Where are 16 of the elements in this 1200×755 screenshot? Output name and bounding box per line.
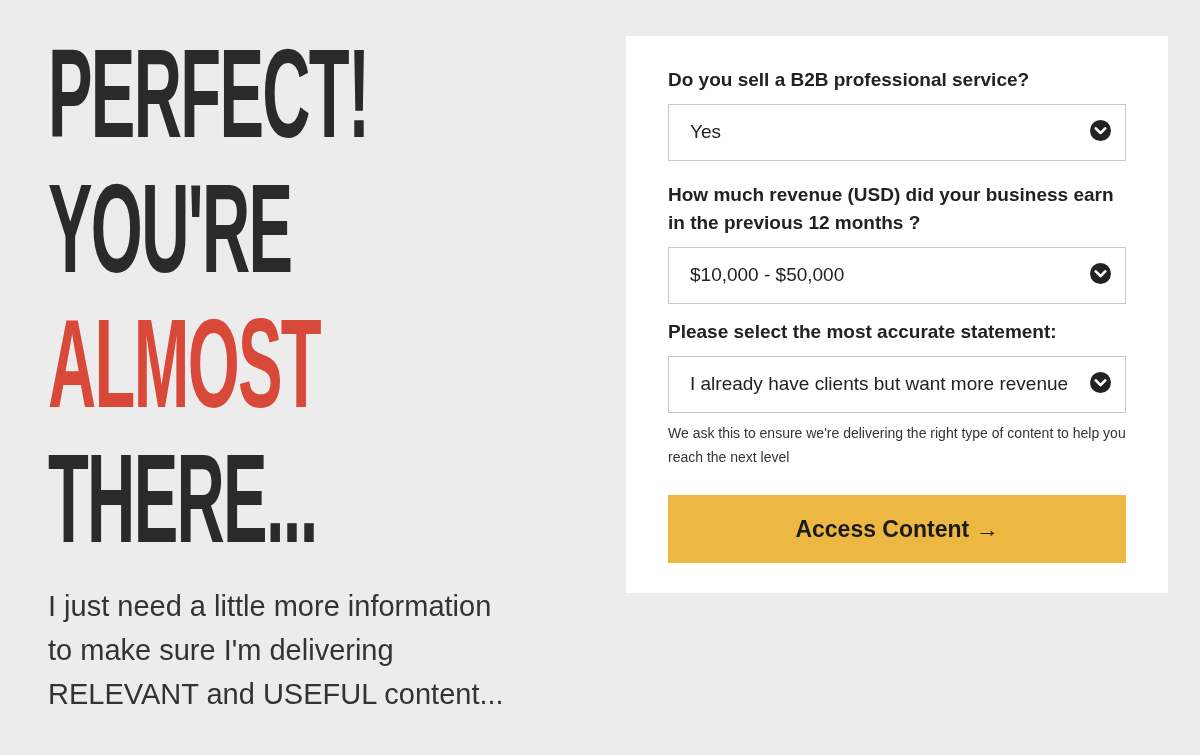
chevron-down-icon <box>1090 372 1111 393</box>
note-text: We ask this to ensure we're delivering the right type of content to help you reach the next level <box>668 424 1126 467</box>
select-field[interactable]: Yes <box>668 104 1126 161</box>
question-label: Please select the most accurate statement: <box>668 320 1058 344</box>
headline-text: ALMOST <box>48 296 320 431</box>
headline-text: YOU'RE <box>48 161 292 296</box>
chevron-down-icon <box>1090 120 1111 141</box>
access-content-button[interactable]: Access Content → <box>668 495 1126 563</box>
headline-text: PERFECT! <box>48 26 369 161</box>
select-field[interactable]: $10,000 - $50,000 <box>668 247 1126 304</box>
intro-text: I just need a little more information to make sure I'm delivering RELEVANT and USEFUL content... <box>48 589 505 712</box>
select-field[interactable]: I already have clients but want more revenue <box>668 356 1126 413</box>
chevron-down-icon <box>1090 263 1111 284</box>
question-label: How much revenue (USD) did your business earn in the previous 12 months ? <box>668 183 1115 235</box>
question-label: Do you sell a B2B professional service? <box>668 68 1031 92</box>
headline-text: THERE... <box>48 431 317 566</box>
